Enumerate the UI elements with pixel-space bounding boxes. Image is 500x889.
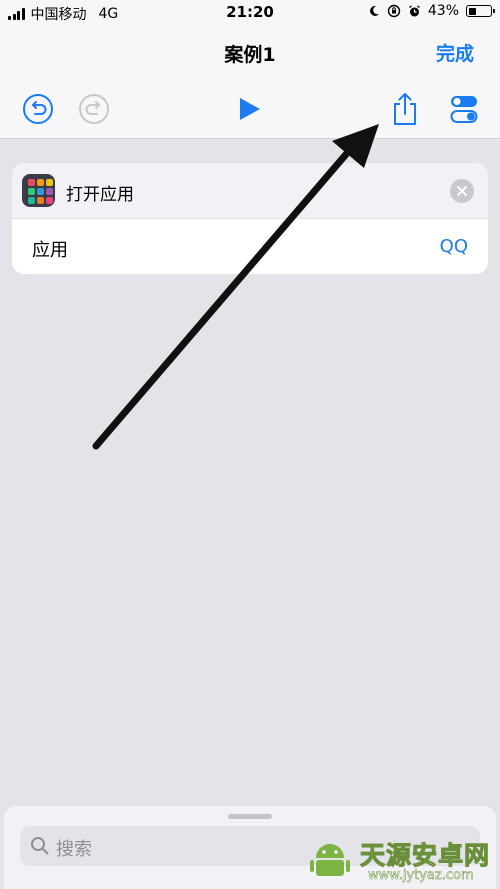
status-right: 43% (368, 3, 495, 19)
editor-toolbar (0, 80, 500, 139)
app-grid-tile (36, 197, 44, 204)
play-icon (240, 98, 260, 120)
app-grid-icon (22, 174, 55, 207)
page-title: 案例1 (224, 44, 276, 66)
app-grid-tile (27, 188, 35, 195)
app-grid-tile (36, 188, 44, 195)
redo-button[interactable] (77, 92, 111, 126)
action-title: 打开应用 (66, 185, 134, 205)
rotation-lock-icon (387, 4, 401, 18)
watermark-url: www.jytyaz.com (368, 868, 474, 884)
battery-icon (466, 5, 495, 17)
app-grid-tile (27, 197, 35, 204)
battery-fill (468, 7, 476, 15)
nav-bar: 案例1 完成 (0, 26, 500, 80)
undo-button[interactable] (21, 92, 55, 126)
done-button[interactable]: 完成 (436, 39, 474, 66)
app-grid-tile (45, 188, 53, 195)
battery-percent: 43% (427, 3, 459, 19)
sheet-grabber[interactable] (228, 814, 272, 819)
share-button[interactable] (388, 92, 422, 126)
status-bar: 中国移动 4G 21:20 43% (0, 0, 500, 26)
alarm-icon (408, 4, 420, 16)
share-icon (394, 93, 416, 125)
app-parameter-row[interactable]: 应用 QQ (12, 219, 488, 274)
action-header: 打开应用 (12, 163, 488, 219)
app-grid-tile (27, 179, 35, 186)
search-placeholder: 搜索 (56, 839, 92, 860)
settings-button[interactable] (447, 92, 481, 126)
android-logo-icon (310, 844, 350, 876)
parameter-value[interactable]: QQ (440, 236, 468, 257)
app-grid-tile (36, 179, 44, 186)
remove-action-button[interactable] (450, 179, 474, 203)
app-grid-tile (45, 179, 53, 186)
app-grid-tile (45, 197, 53, 204)
close-icon (457, 186, 467, 196)
settings-toggle-icon (450, 96, 478, 123)
redo-icon (79, 94, 109, 124)
undo-icon (23, 94, 53, 124)
watermark-brand: 天源安卓网 (359, 841, 491, 871)
search-icon (31, 837, 49, 855)
play-button[interactable] (232, 92, 266, 126)
watermark: 天源安卓网 www.jytyaz.com (308, 834, 498, 889)
open-app-action-card[interactable]: 打开应用 应用 QQ (12, 163, 488, 274)
moon-icon (369, 5, 379, 16)
parameter-label: 应用 (32, 240, 68, 261)
